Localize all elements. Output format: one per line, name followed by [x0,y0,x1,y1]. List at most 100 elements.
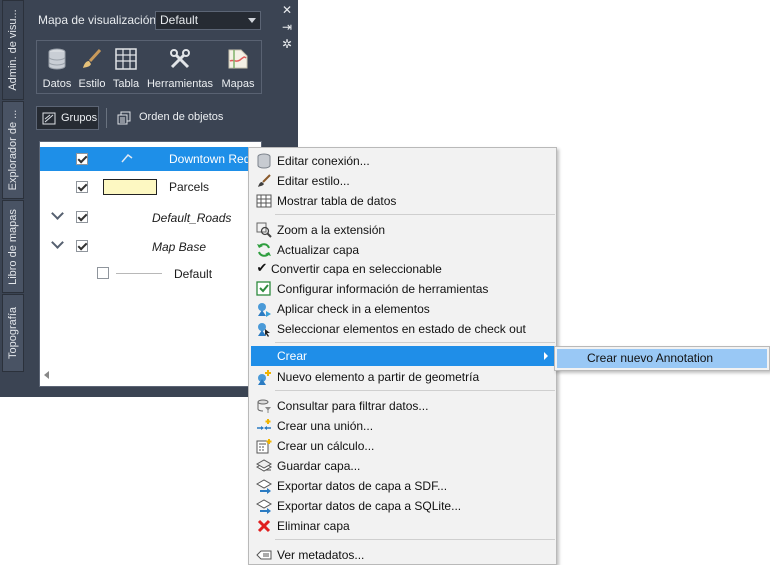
menu-item-label: Actualizar capa [277,243,360,257]
scroll-left-icon[interactable] [44,371,49,379]
layer-group-row[interactable]: Map Base [40,234,261,258]
join-icon [257,419,271,430]
menu-item-label: Convertir capa en seleccionable [271,262,442,276]
export-sdf-icon [256,479,272,494]
data-button[interactable]: Datos [41,45,73,90]
toolbar-divider [106,108,107,128]
close-icon[interactable]: ✕ [280,4,294,17]
layer-checkbox[interactable] [76,211,88,223]
layer-label: Default_Roads [152,211,232,225]
chevron-down-icon[interactable] [51,207,64,220]
menu-item-create-join[interactable]: Crear una unión... [251,416,554,436]
layer-label: Parcels [169,180,210,194]
line-style-swatch [116,273,162,274]
settings-icon[interactable]: ✲ [280,38,294,51]
table-button[interactable]: Tabla [111,45,141,90]
layer-row[interactable]: Default [40,260,261,284]
draw-order-button[interactable]: Orden de objetos [116,106,236,130]
tab-map-book[interactable]: Libro de mapas [2,200,24,293]
chevron-right-icon [544,352,548,360]
tab-label: Topografía [7,307,19,359]
layer-group-row[interactable]: Default_Roads [40,205,261,229]
menu-item-label: Configurar información de herramientas [277,282,489,296]
menu-item-label: Consultar para filtrar datos... [277,399,429,413]
style-button[interactable]: Estilo [76,45,108,90]
menu-item-query-filter[interactable]: Consultar para filtrar datos... [251,396,554,416]
map-select-value: Default [160,13,199,27]
menu-item-edit-connection[interactable]: Editar conexión... [251,151,554,171]
groups-bar: Grupos Orden de objetos [36,106,262,132]
map-select[interactable]: Default [155,11,261,30]
menu-item-edit-style[interactable]: Editar estilo... [251,171,554,191]
check-in-icon [258,303,271,317]
tooltip-config-icon [256,281,271,296]
calculator-icon [256,439,272,454]
layer-swatch [93,238,141,252]
tool-label: Mapas [221,78,255,90]
tab-display-manager[interactable]: Admin. de visu... [2,0,24,100]
brush-icon [83,48,102,68]
zoom-extents-icon [256,222,272,238]
layer-row[interactable]: Downtown Redding [40,147,273,171]
export-sqlite-icon [256,499,272,514]
menu-item-create[interactable]: Crear [251,346,554,366]
new-feature-icon [258,370,271,385]
layer-checkbox[interactable] [97,267,109,279]
menu-item-export-sqlite[interactable]: Exportar datos de capa a SQLite... [251,496,554,516]
menu-item-create-calculation[interactable]: Crear un cálculo... [251,436,554,456]
menu-item-label: Editar conexión... [277,154,370,168]
menu-item-zoom-extents[interactable]: Zoom a la extensión [251,220,554,240]
layer-style-icon [121,153,133,163]
menu-item-export-sdf[interactable]: Exportar datos de capa a SDF... [251,476,554,496]
layer-checkbox[interactable] [76,153,88,165]
tool-label: Tabla [112,78,140,90]
create-submenu: Crear nuevo Annotation [554,346,770,371]
tab-survey[interactable]: Topografía [2,294,24,372]
tools-button[interactable]: Herramientas [145,45,215,90]
menu-item-check-in[interactable]: Aplicar check in a elementos [251,299,554,319]
layer-swatch [93,209,141,223]
maps-button[interactable]: Mapas [219,45,257,90]
tool-label: Datos [42,78,72,90]
menu-separator [275,214,555,215]
menu-item-label: Crear una unión... [277,419,374,433]
menu-item-remove-layer[interactable]: Eliminar capa [251,516,554,536]
context-menu: Editar conexión... Editar estilo... Most… [248,147,557,565]
menu-item-label: Crear nuevo Annotation [587,351,714,365]
menu-item-label: Crear [277,349,308,363]
menu-item-label: Crear un cálculo... [277,439,375,453]
map-icon [228,49,248,69]
table-icon [115,48,137,70]
query-icon [257,399,271,413]
layer-checkbox[interactable] [76,240,88,252]
pin-icon[interactable]: ⇥ [280,21,294,34]
menu-item-label: Nuevo elemento a partir de geometría [277,370,480,384]
menu-item-label: Mostrar tabla de datos [277,194,397,208]
delete-icon [257,519,271,533]
chevron-down-icon[interactable] [51,236,64,249]
tab-label: Admin. de visu... [7,9,19,91]
menu-item-make-selectable[interactable]: ✔ Convertir capa en seleccionable [251,259,554,279]
menu-item-refresh-layer[interactable]: Actualizar capa [251,240,554,260]
checkmark-icon: ✔ [256,260,268,275]
layer-label: Map Base [152,240,207,254]
check-out-icon [258,323,270,337]
layer-checkbox[interactable] [76,181,88,193]
tab-label: Explorador de ... [7,109,19,191]
menu-item-show-data-table[interactable]: Mostrar tabla de datos [251,191,554,211]
menu-item-new-feature-from-geometry[interactable]: Nuevo elemento a partir de geometría [251,367,554,387]
menu-separator [275,390,555,391]
menu-item-view-metadata[interactable]: Ver metadatos... [251,545,554,565]
groups-button[interactable]: Grupos [36,106,99,130]
menu-item-label: Exportar datos de capa a SDF... [277,479,448,493]
menu-item-configure-tooltips[interactable]: Configurar información de herramientas [251,279,554,299]
menu-item-select-checked-out[interactable]: Seleccionar elementos en estado de check… [251,319,554,339]
menu-item-save-layer[interactable]: Guardar capa... [251,456,554,476]
menu-item-create-annotation[interactable]: Crear nuevo Annotation [557,349,767,368]
database-icon [257,153,271,169]
layer-row[interactable]: Parcels [40,175,261,199]
menu-item-label: Aplicar check in a elementos [277,302,430,316]
brush-icon [258,174,271,187]
tab-map-explorer[interactable]: Explorador de ... [2,101,24,199]
table-icon [256,194,272,208]
